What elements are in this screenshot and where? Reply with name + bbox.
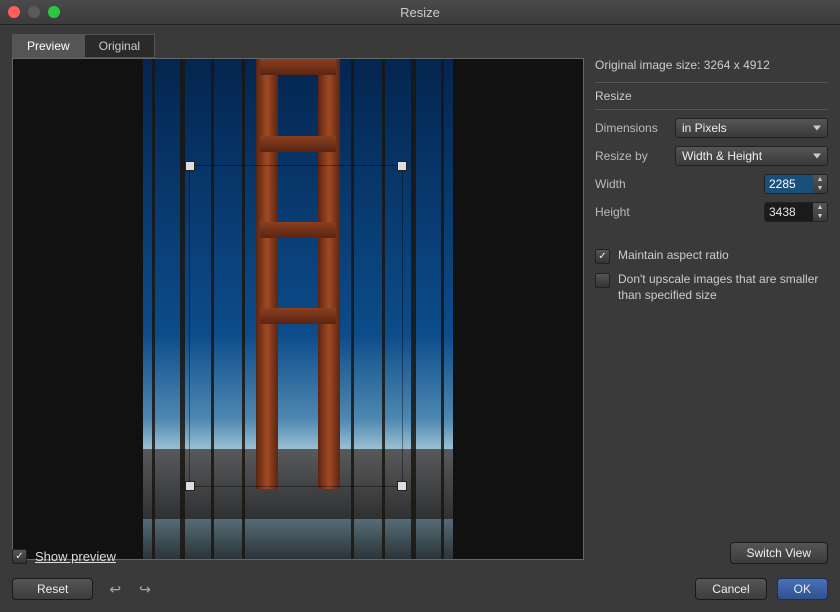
height-label: Height xyxy=(595,205,675,219)
ok-button[interactable]: OK xyxy=(777,578,828,600)
resize-marquee[interactable] xyxy=(189,165,403,487)
tab-original[interactable]: Original xyxy=(84,34,155,58)
settings-panel: Original image size: 3264 x 4912 Resize … xyxy=(595,58,828,311)
resize-handle-tl[interactable] xyxy=(185,161,195,171)
height-input[interactable] xyxy=(765,203,813,221)
original-size-label: Original image size: 3264 x 4912 xyxy=(595,58,828,72)
tab-preview[interactable]: Preview xyxy=(12,34,85,58)
tab-bar: Preview Original xyxy=(0,24,840,58)
maintain-ratio-checkbox[interactable]: ✓ xyxy=(595,249,610,264)
cancel-button[interactable]: Cancel xyxy=(695,578,766,600)
dimensions-select[interactable]: in Pixels xyxy=(675,118,828,138)
resize-by-select[interactable]: Width & Height xyxy=(675,146,828,166)
width-label: Width xyxy=(595,177,675,191)
window-title: Resize xyxy=(0,5,840,20)
titlebar: Resize xyxy=(0,0,840,25)
width-input[interactable] xyxy=(765,175,813,193)
dimensions-label: Dimensions xyxy=(595,121,675,135)
height-stepper[interactable]: ▲▼ xyxy=(813,203,827,221)
maintain-ratio-label: Maintain aspect ratio xyxy=(618,248,729,264)
redo-arrow-icon[interactable]: ↪ xyxy=(139,581,151,598)
resize-section-label: Resize xyxy=(595,89,828,103)
window-zoom-button[interactable] xyxy=(48,6,60,18)
undo-arrow-icon[interactable]: ↩ xyxy=(109,581,121,598)
reset-button[interactable]: Reset xyxy=(12,578,93,600)
preview-image xyxy=(143,59,453,559)
window-close-button[interactable] xyxy=(8,6,20,18)
show-preview-label: Show preview xyxy=(35,549,116,564)
resize-handle-tr[interactable] xyxy=(397,161,407,171)
resize-handle-bl[interactable] xyxy=(185,481,195,491)
window-minimize-button[interactable] xyxy=(28,6,40,18)
resize-by-label: Resize by xyxy=(595,149,675,163)
width-stepper[interactable]: ▲▼ xyxy=(813,175,827,193)
resize-handle-br[interactable] xyxy=(397,481,407,491)
no-upscale-checkbox[interactable] xyxy=(595,273,610,288)
no-upscale-label: Don't upscale images that are smaller th… xyxy=(618,272,828,303)
preview-area[interactable] xyxy=(12,58,584,560)
show-preview-checkbox[interactable]: ✓ xyxy=(12,549,27,564)
switch-view-button[interactable]: Switch View xyxy=(730,542,828,564)
